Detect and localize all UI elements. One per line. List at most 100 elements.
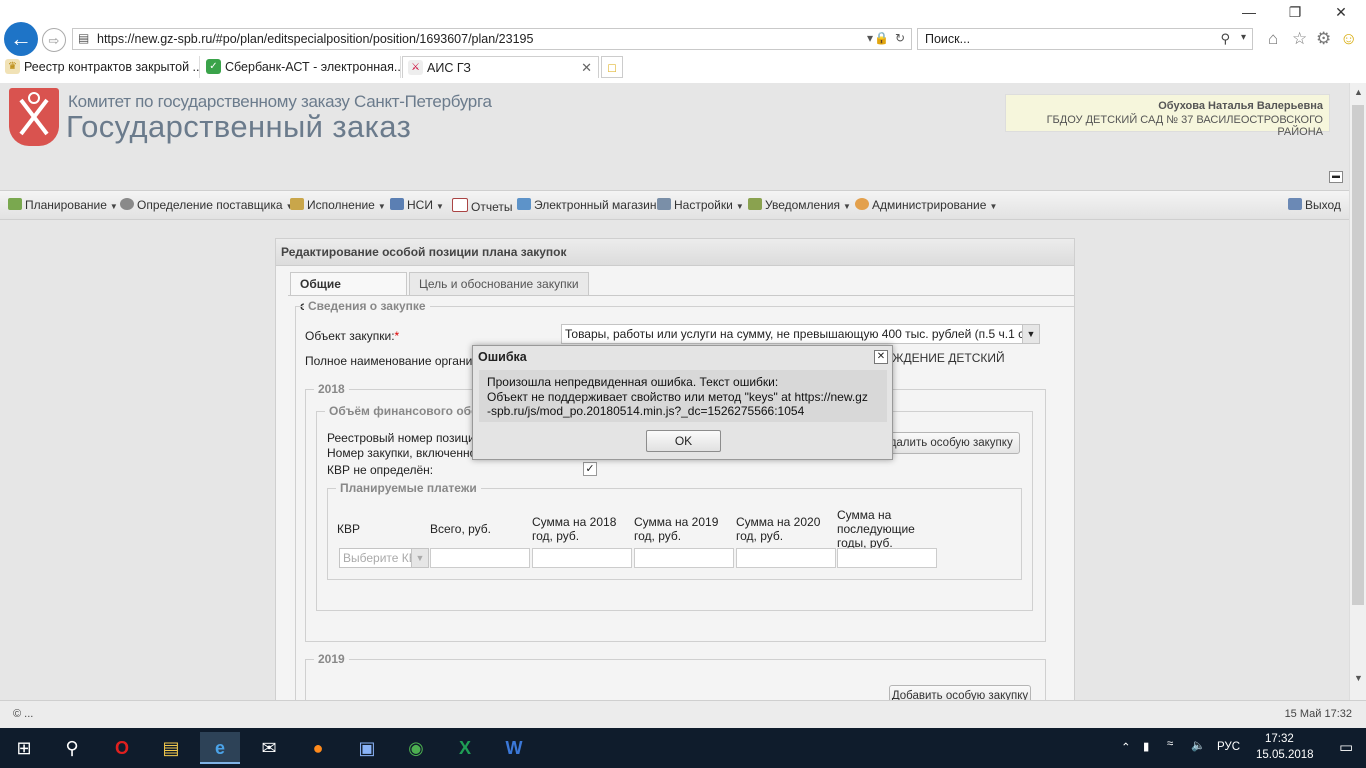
search-icon[interactable]: ⚲ bbox=[1220, 31, 1230, 47]
menu-settings[interactable]: Настройки ▼ bbox=[657, 198, 744, 212]
opera-icon[interactable]: O bbox=[102, 732, 142, 764]
close-icon[interactable]: ✕ bbox=[874, 350, 888, 364]
clock-date[interactable]: 15.05.2018 bbox=[1256, 749, 1314, 761]
refresh-icon[interactable]: ↻ bbox=[895, 31, 905, 45]
spb-emblem-icon bbox=[9, 88, 59, 146]
dialog-title: Ошибка bbox=[478, 350, 527, 364]
planning-icon bbox=[8, 198, 22, 210]
favorites-star-icon[interactable]: ☆ bbox=[1292, 29, 1307, 49]
clock-time[interactable]: 17:32 bbox=[1265, 733, 1294, 745]
close-tab-icon[interactable]: ✕ bbox=[581, 57, 592, 78]
battery-icon[interactable]: ▮ bbox=[1143, 739, 1149, 753]
lock-icon[interactable]: 🔒 bbox=[874, 31, 889, 45]
gears-icon bbox=[120, 198, 134, 210]
collapse-header-icon[interactable]: ▬ bbox=[1329, 171, 1343, 183]
forward-button-icon[interactable]: ⇨ bbox=[42, 28, 66, 52]
internet-explorer-icon[interactable]: e bbox=[200, 732, 240, 764]
tab-sberbank-ast[interactable]: ✓ Сбербанк-АСТ - электронная... bbox=[201, 56, 401, 78]
sum-later-input[interactable] bbox=[837, 548, 937, 568]
firefox-icon[interactable]: ● bbox=[298, 732, 338, 764]
wifi-icon[interactable]: ≈ bbox=[1167, 738, 1173, 750]
word-icon[interactable]: W bbox=[494, 732, 534, 764]
scrollbar-thumb[interactable] bbox=[1352, 105, 1364, 605]
sum-2019-input[interactable] bbox=[634, 548, 734, 568]
tab-ais-gz[interactable]: ⚔ АИС ГЗ ✕ bbox=[402, 56, 599, 78]
menu-label: Отчеты bbox=[471, 200, 513, 214]
site-header: Комитет по государственному заказу Санкт… bbox=[0, 83, 1349, 183]
purchase-number-label: Номер закупки, включенной в план-график: bbox=[327, 446, 477, 460]
minimize-icon[interactable]: — bbox=[1234, 4, 1264, 24]
new-tab-button[interactable]: □ bbox=[601, 56, 623, 78]
search-dropdown-icon[interactable]: ▾ bbox=[1241, 32, 1246, 43]
search-icon[interactable]: ⚲ bbox=[52, 732, 92, 764]
delete-special-purchase-button[interactable]: Удалить особую закупку bbox=[876, 432, 1020, 454]
restore-icon[interactable]: ❐ bbox=[1280, 4, 1310, 24]
volume-muted-icon[interactable]: 🔈 bbox=[1191, 738, 1205, 752]
section-legend: Сведения о закупке bbox=[304, 299, 430, 313]
chrome-icon[interactable]: ◉ bbox=[396, 732, 436, 764]
menu-planning[interactable]: Планирование ▼ bbox=[8, 198, 118, 212]
tab-divider bbox=[288, 295, 1074, 296]
page-scrollbar[interactable]: ▲ ▼ bbox=[1349, 83, 1366, 700]
object-label: Объект закупки:* bbox=[305, 329, 399, 343]
logout-button[interactable]: Выход bbox=[1288, 198, 1341, 212]
excel-icon[interactable]: X bbox=[445, 732, 485, 764]
server-time: 15 Май 17:32 bbox=[1284, 708, 1352, 720]
home-icon[interactable]: ⌂ bbox=[1268, 29, 1278, 49]
mail-icon[interactable]: ✉ bbox=[249, 732, 289, 764]
address-bar[interactable]: ▤ https://new.gz-spb.ru/#po/plan/editspe… bbox=[72, 28, 912, 50]
tab-strip: ♛ Реестр контрактов закрытой ... ✓ Сберб… bbox=[0, 55, 1366, 79]
ok-button[interactable]: OK bbox=[646, 430, 721, 452]
dialog-message: Произошла непредвиденная ошибка. Текст о… bbox=[479, 370, 887, 422]
back-button-icon[interactable]: ← bbox=[4, 22, 38, 56]
search-input[interactable]: Поиск... bbox=[925, 32, 970, 46]
menu-execution[interactable]: Исполнение ▼ bbox=[290, 198, 386, 212]
execution-icon bbox=[290, 198, 304, 210]
language-indicator[interactable]: РУС bbox=[1217, 741, 1240, 753]
menu-nsi[interactable]: НСИ ▼ bbox=[390, 198, 444, 212]
search-box[interactable]: Поиск... ⚲ ▾ bbox=[917, 28, 1253, 50]
system-tray: ⌃ ▮ ≈ 🔈 РУС 17:32 15.05.2018 ▭ bbox=[1115, 728, 1366, 768]
menu-label: Определение поставщика bbox=[137, 198, 283, 212]
file-explorer-icon[interactable]: ▤ bbox=[151, 732, 191, 764]
total-input[interactable] bbox=[430, 548, 530, 568]
dropdown-arrow-icon: ▼ bbox=[109, 202, 118, 211]
menu-notifications[interactable]: Уведомления ▼ bbox=[748, 198, 851, 212]
object-select[interactable]: Товары, работы или услуги на сумму, не п… bbox=[561, 324, 1040, 344]
menu-label: Электронный магазин bbox=[534, 198, 657, 212]
notifications-icon[interactable]: ▭ bbox=[1339, 738, 1353, 756]
site-title: Государственный заказ bbox=[66, 109, 412, 144]
dropdown-arrow-icon[interactable]: ▾ bbox=[867, 31, 873, 45]
save-app-icon[interactable]: ▣ bbox=[347, 732, 387, 764]
chevron-up-icon[interactable]: ⌃ bbox=[1121, 740, 1131, 754]
sum-2018-input[interactable] bbox=[532, 548, 632, 568]
error-dialog: Ошибка ✕ Произошла непредвиденная ошибка… bbox=[472, 345, 893, 460]
tab-general-info[interactable]: Общие сведения bbox=[290, 272, 407, 313]
menu-label: Настройки bbox=[674, 198, 733, 212]
scroll-down-icon[interactable]: ▼ bbox=[1354, 673, 1363, 683]
menu-reports[interactable]: Отчеты bbox=[452, 198, 512, 214]
wrench-icon bbox=[657, 198, 671, 210]
gear-icon[interactable]: ⚙ bbox=[1316, 29, 1331, 49]
menu-supplier[interactable]: Определение поставщика▼ bbox=[120, 198, 293, 212]
chevron-down-icon[interactable]: ▼ bbox=[1022, 325, 1039, 343]
kvr-undefined-checkbox[interactable]: ✓ bbox=[583, 462, 597, 476]
status-bar: © ... 15 Май 17:32 bbox=[0, 700, 1366, 728]
tab-contracts-registry[interactable]: ♛ Реестр контрактов закрытой ... bbox=[0, 56, 200, 78]
smiley-icon[interactable]: ☺ bbox=[1340, 29, 1357, 49]
scroll-up-icon[interactable]: ▲ bbox=[1354, 87, 1363, 97]
new-tab-icon: □ bbox=[608, 61, 616, 75]
tab-purpose[interactable]: Цель и обоснование закупки bbox=[409, 272, 589, 295]
close-window-icon[interactable]: ✕ bbox=[1326, 4, 1356, 24]
menu-administration[interactable]: Администрирование ▼ bbox=[855, 198, 997, 212]
windows-start-icon[interactable]: ⊞ bbox=[4, 732, 44, 764]
menu-label: Администрирование bbox=[872, 198, 987, 212]
main-menu: Планирование▼ Определение поставщика▼ Ис… bbox=[0, 190, 1349, 220]
address-url[interactable]: https://new.gz-spb.ru/#po/plan/editspeci… bbox=[97, 32, 533, 46]
add-special-purchase-button[interactable]: Добавить особую закупку bbox=[889, 685, 1031, 700]
kvr-select[interactable]: Выберите КВР ▼ bbox=[339, 548, 429, 568]
menu-eshop[interactable]: Электронный магазин bbox=[517, 198, 656, 212]
sum-2020-input[interactable] bbox=[736, 548, 836, 568]
chevron-down-icon[interactable]: ▼ bbox=[411, 549, 428, 567]
menu-label: Планирование bbox=[25, 198, 107, 212]
